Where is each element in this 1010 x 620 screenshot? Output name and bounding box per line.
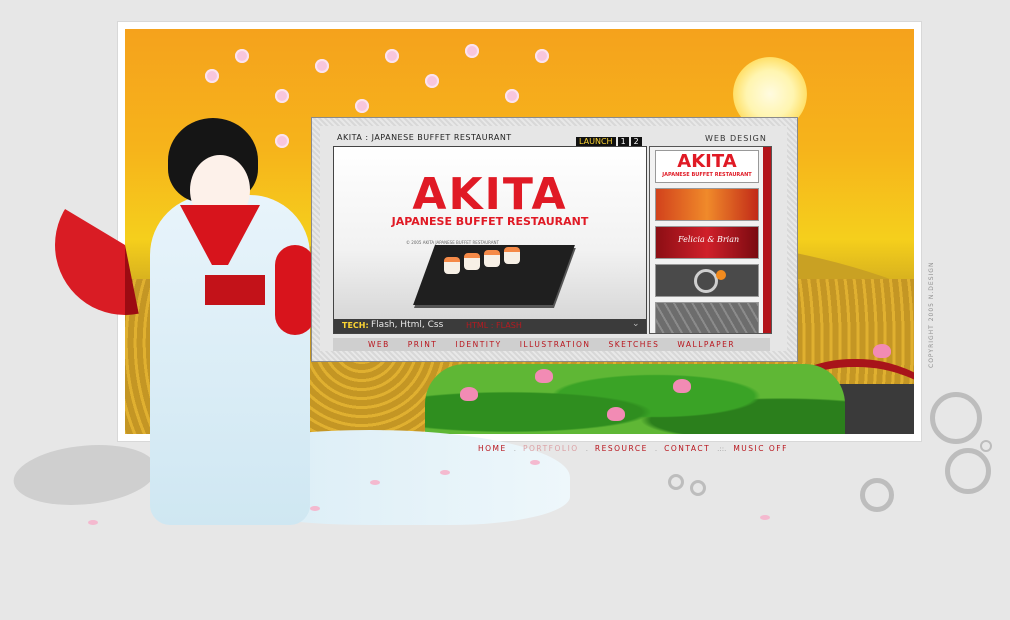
nav-wallpaper[interactable]: WALLPAPER	[677, 340, 735, 349]
nav-separator: .::.	[717, 444, 727, 453]
lotus-plants-graphic	[425, 364, 845, 434]
nav-identity[interactable]: IDENTITY	[455, 340, 501, 349]
ring-ornament-icon	[668, 474, 684, 490]
preview-brand: AKITA	[412, 169, 568, 220]
sushi-icon	[444, 257, 460, 274]
sushi-icon	[484, 250, 500, 267]
project-title: AKITA : JAPANESE BUFFET RESTAURANT	[337, 133, 512, 142]
thumbnail-akita-subtitle: JAPANESE BUFFET RESTAURANT	[662, 172, 752, 178]
cherry-blossom-icon	[275, 134, 289, 148]
thumbnail-wedding[interactable]: Felicia & Brian	[655, 226, 759, 259]
thumbnail-akita[interactable]: AKITA JAPANESE BUFFET RESTAURANT	[655, 150, 759, 183]
music-toggle[interactable]: MUSIC OFF	[733, 444, 788, 453]
petal-icon	[440, 470, 450, 475]
swirl-ornament-icon	[945, 448, 991, 494]
tech-value: Flash, Html, Css	[371, 320, 444, 330]
lotus-flower-icon	[460, 387, 478, 401]
nav-sketches[interactable]: SKETCHES	[608, 340, 659, 349]
cherry-blossom-icon	[315, 59, 329, 73]
chevron-double-down-icon[interactable]: ⌄	[632, 319, 640, 329]
nav-web[interactable]: WEB	[368, 340, 390, 349]
thumbnail-n-logo[interactable]	[655, 264, 759, 297]
petal-icon	[310, 506, 320, 511]
thumbnail-scrollbar[interactable]	[763, 147, 771, 333]
thumbnail-wedding-title: Felicia & Brian	[678, 235, 740, 244]
preview-subtitle: JAPANESE BUFFET RESTAURANT	[391, 215, 589, 228]
nav-portfolio[interactable]: PORTFOLIO	[523, 444, 579, 453]
geisha-sleeve-graphic	[275, 245, 315, 335]
nav-separator: .	[513, 444, 516, 453]
category-label: WEB DESIGN	[705, 134, 767, 143]
petal-icon	[370, 480, 380, 485]
cherry-blossom-icon	[355, 99, 369, 113]
cherry-blossom-icon	[505, 89, 519, 103]
nav-home[interactable]: HOME	[478, 444, 507, 453]
thumbnail-akita-title: AKITA	[677, 151, 737, 172]
nav-contact[interactable]: CONTACT	[664, 444, 710, 453]
lotus-flower-icon	[673, 379, 691, 393]
copyright-text: COPYRIGHT 2005 N.DESIGN	[928, 261, 935, 368]
nav-separator: .	[585, 444, 588, 453]
project-preview[interactable]: AKITA JAPANESE BUFFET RESTAURANT © 2005 …	[333, 146, 647, 334]
petal-icon	[530, 460, 540, 465]
n-logo-ornament-icon	[860, 478, 894, 512]
nav-separator: .	[654, 444, 658, 453]
orange-dot-icon	[716, 270, 726, 280]
cherry-blossom-icon	[385, 49, 399, 63]
main-nav: HOME . PORTFOLIO . RESOURCE . CONTACT .:…	[478, 444, 788, 453]
tech-mode-link[interactable]: HTML : FLASH	[466, 321, 522, 330]
lotus-flower-icon	[535, 369, 553, 383]
portfolio-category-nav: WEB PRINT IDENTITY ILLUSTRATION SKETCHES…	[333, 338, 770, 351]
petal-icon	[760, 515, 770, 520]
nav-resource[interactable]: RESOURCE	[595, 444, 648, 453]
sushi-icon	[464, 253, 480, 270]
n-logo-icon	[694, 269, 718, 293]
ring-ornament-icon	[980, 440, 992, 452]
thumbnail-list: AKITA JAPANESE BUFFET RESTAURANT Felicia…	[649, 146, 772, 334]
thumbnail-people[interactable]	[655, 188, 759, 221]
lotus-flower-icon	[607, 407, 625, 421]
cherry-blossom-icon	[275, 89, 289, 103]
cherry-blossom-icon	[235, 49, 249, 63]
tech-label: TECH:	[342, 321, 369, 330]
petal-icon	[88, 520, 98, 525]
geisha-shadow-graphic	[1, 445, 169, 505]
swirl-ornament-icon	[930, 392, 982, 444]
sushi-icon	[504, 247, 520, 264]
cherry-blossom-icon	[205, 69, 219, 83]
cherry-blossom-icon	[535, 49, 549, 63]
cherry-blossom-icon	[465, 44, 479, 58]
thumbnail-hexagons[interactable]	[655, 302, 759, 333]
geisha-obi-graphic	[205, 275, 265, 305]
nav-print[interactable]: PRINT	[408, 340, 438, 349]
nav-illustration[interactable]: ILLUSTRATION	[520, 340, 591, 349]
lotus-flower-icon	[873, 344, 891, 358]
cherry-blossom-icon	[425, 74, 439, 88]
ring-ornament-icon	[690, 480, 706, 496]
